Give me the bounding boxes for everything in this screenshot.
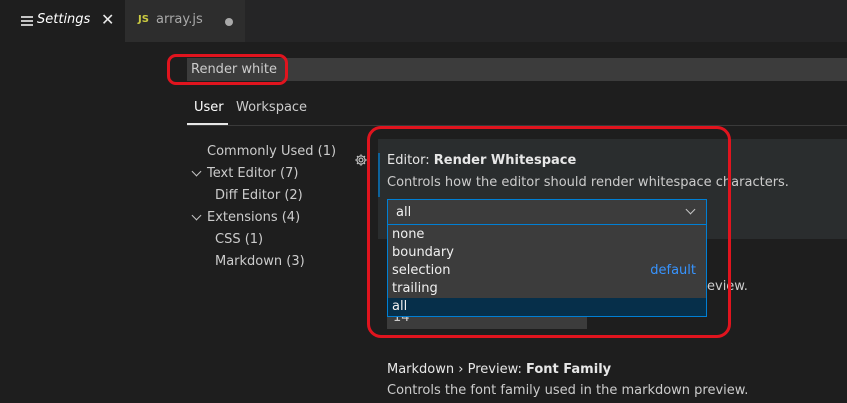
toc-markdown[interactable]: Markdown (3) [215,254,305,269]
toc-css[interactable]: CSS (1) [215,232,263,247]
javascript-file-icon: JS [138,14,149,25]
tab-settings-label: Settings [37,12,91,27]
chevron-down-icon[interactable] [191,166,202,177]
setting-name: Font Family [526,362,612,377]
toc-commonly-used[interactable]: Commonly Used (1) [207,144,336,159]
setting-markdown-font-title: Markdown › Preview: Font Family [387,362,611,377]
tab-array-js-label: array.js [156,12,203,27]
tab-settings[interactable]: Settings ✕ [0,0,125,42]
close-icon[interactable]: ✕ [101,11,114,29]
search-highlight-annotation [167,54,288,85]
tab-bar: Settings ✕ JS array.js [0,0,847,42]
chevron-down-icon[interactable] [191,210,202,221]
toc-diff-editor[interactable]: Diff Editor (2) [215,188,303,203]
setting-markdown-font-description: Controls the font family used in the mar… [387,383,749,398]
search-input[interactable] [191,60,841,79]
tab-array-js[interactable]: JS array.js [125,0,245,42]
settings-editor: Settings ✕ JS array.js User Workspace Co… [0,0,847,403]
setting-category: Markdown › Preview: [387,362,527,377]
unsaved-dot-icon[interactable] [225,18,233,26]
toc-text-editor[interactable]: Text Editor (7) [207,166,298,181]
toc-extensions[interactable]: Extensions (4) [207,210,300,225]
scope-tab-workspace[interactable]: Workspace [236,100,307,115]
settings-list-icon [21,16,33,26]
gear-icon[interactable] [354,153,368,167]
dropdown-highlight-annotation [367,126,731,338]
scope-tab-user[interactable]: User [194,100,224,115]
